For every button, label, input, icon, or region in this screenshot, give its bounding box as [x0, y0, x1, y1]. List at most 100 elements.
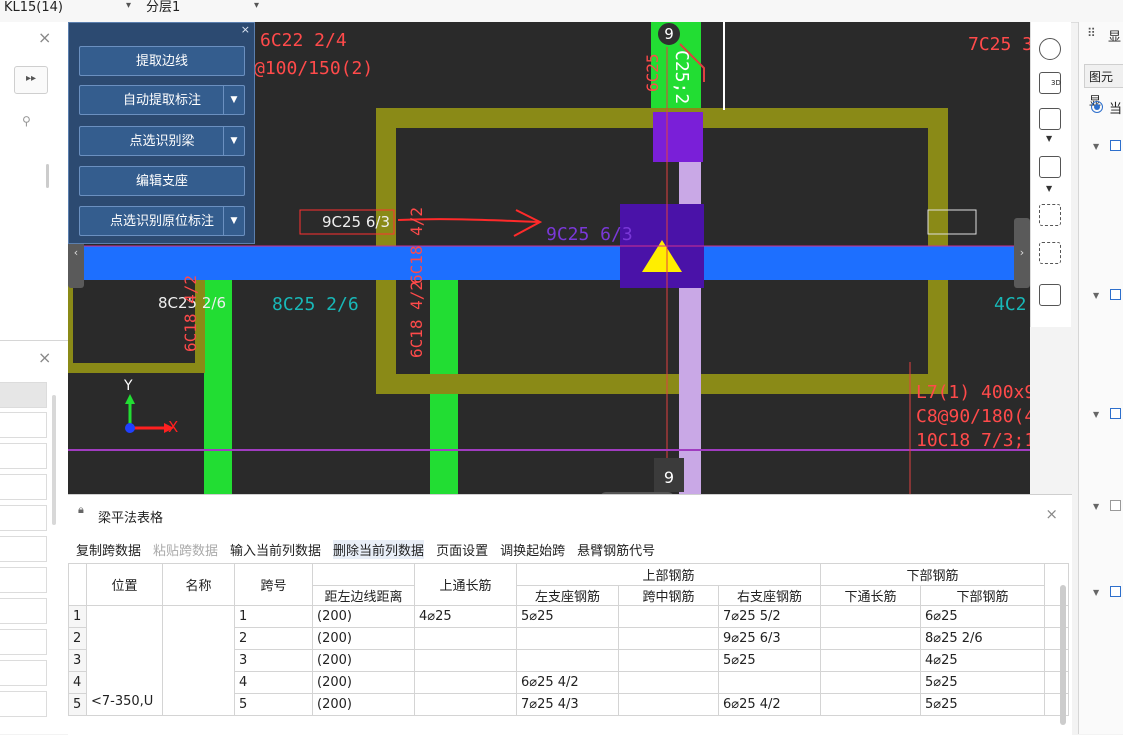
- column-group-header[interactable]: 下部钢筋: [820, 563, 1045, 586]
- beam-spec-label[interactable]: L7(1) 400x900: [916, 382, 1030, 403]
- rebar-label[interactable]: C25;2: [671, 50, 692, 104]
- beam-spec-label[interactable]: 10C18 7/3;11C25: [916, 430, 1030, 451]
- layer-combo[interactable]: 分层1: [146, 0, 180, 20]
- scrollbar[interactable]: [1060, 585, 1066, 725]
- floor-combo[interactable]: KL15(14): [4, 0, 63, 20]
- checkbox[interactable]: [1110, 408, 1121, 419]
- swap-start-span-button[interactable]: 调换起始跨: [500, 540, 565, 559]
- chevron-down-icon[interactable]: ▼: [1093, 291, 1099, 300]
- y-arrow-head: [125, 394, 135, 404]
- delete-column-data-button[interactable]: 删除当前列数据: [333, 540, 425, 559]
- list-item[interactable]: [0, 474, 47, 500]
- pin-icon[interactable]: 🔒︎: [78, 503, 84, 517]
- chevron-down-icon[interactable]: ▼: [1093, 502, 1099, 511]
- checkbox[interactable]: [1110, 500, 1121, 511]
- tab-element-display[interactable]: 图元显: [1084, 64, 1123, 108]
- scrollbar[interactable]: [52, 395, 56, 525]
- chevron-down-icon[interactable]: ▼: [223, 207, 244, 235]
- cantilever-code-button[interactable]: 悬臂钢筋代号: [577, 540, 655, 559]
- rebar-label[interactable]: @100/150(2): [254, 58, 373, 79]
- chevron-down-icon[interactable]: ▼: [223, 86, 244, 114]
- section-box-icon[interactable]: [1039, 242, 1061, 264]
- display-settings-icon[interactable]: [1039, 284, 1061, 306]
- name-cell[interactable]: [162, 605, 235, 716]
- chevron-right-icon[interactable]: ›: [1014, 218, 1030, 288]
- column-header[interactable]: 下通长筋: [820, 585, 921, 606]
- pick-identify-beam-button[interactable]: 点选识别梁 ▼: [79, 126, 245, 156]
- rebar-label[interactable]: 9C25 6/3: [546, 224, 633, 245]
- column-group-header[interactable]: 上部钢筋: [516, 563, 821, 586]
- column-header[interactable]: 跨中钢筋: [618, 585, 719, 606]
- scrollbar[interactable]: [46, 164, 49, 188]
- divider: [0, 340, 68, 341]
- checkbox[interactable]: [1110, 586, 1121, 597]
- list-item[interactable]: [0, 536, 47, 562]
- rebar-label[interactable]: 8C25 2/6: [272, 294, 359, 315]
- rebar-label[interactable]: 6C18 4/2: [181, 275, 200, 352]
- column-header[interactable]: 名称: [162, 563, 235, 606]
- column-header[interactable]: 距左边线距离: [312, 585, 415, 606]
- checkbox[interactable]: [1110, 140, 1121, 151]
- rebar-label[interactable]: 4C2: [994, 294, 1027, 315]
- list-item[interactable]: [0, 382, 47, 408]
- close-icon[interactable]: ×: [241, 23, 250, 36]
- close-icon[interactable]: ×: [38, 28, 51, 47]
- paste-span-data-button[interactable]: 粘贴跨数据: [153, 540, 218, 559]
- list-item[interactable]: [0, 598, 47, 624]
- chevron-down-icon[interactable]: ▾: [126, 0, 131, 11]
- auto-extract-annotation-button[interactable]: 自动提取标注 ▼: [79, 85, 245, 115]
- chevron-down-icon[interactable]: ▼: [1093, 142, 1099, 151]
- search-icon[interactable]: ⚲: [22, 114, 31, 128]
- left-panel: × ▸▸ ⚲ ×: [0, 22, 69, 734]
- column-header[interactable]: 左支座钢筋: [516, 585, 619, 606]
- position-cell[interactable]: <7-350,U: [86, 605, 163, 716]
- close-icon[interactable]: ×: [1045, 505, 1058, 523]
- chevron-down-icon[interactable]: ▾: [254, 0, 259, 11]
- chevron-down-icon[interactable]: ▼: [1046, 184, 1052, 193]
- view-cube-icon[interactable]: [1039, 108, 1061, 130]
- rebar-label[interactable]: 6C18 4/2: [407, 281, 426, 358]
- list-item[interactable]: [0, 629, 47, 655]
- table-row[interactable]: 1 <7-350,U 1 (200) 4⌀25 5⌀25 7⌀25 5/2 6⌀…: [68, 605, 1069, 716]
- list-item[interactable]: [0, 505, 47, 531]
- input-column-data-button[interactable]: 输入当前列数据: [230, 540, 321, 559]
- corner-cell: [68, 563, 87, 606]
- chevron-down-icon[interactable]: ▼: [1093, 410, 1099, 419]
- close-icon[interactable]: ×: [38, 348, 51, 367]
- beam-spec-label[interactable]: C8@90/180(4): [916, 406, 1030, 427]
- copy-span-data-button[interactable]: 复制跨数据: [76, 540, 141, 559]
- rebar-label[interactable]: 9C25 6/3: [322, 213, 390, 231]
- column-header[interactable]: 位置: [86, 563, 163, 606]
- pick-identify-in-situ-button[interactable]: 点选识别原位标注 ▼: [79, 206, 245, 236]
- list-item[interactable]: [0, 567, 47, 593]
- zoom-extents-icon[interactable]: [1039, 204, 1061, 226]
- rebar-label[interactable]: 6C18 4/2: [407, 207, 426, 284]
- column-header[interactable]: 右支座钢筋: [718, 585, 821, 606]
- axis-x-label: X: [168, 418, 178, 436]
- list-item[interactable]: [0, 660, 47, 686]
- view-3d-icon[interactable]: 3D: [1039, 72, 1061, 94]
- list-item[interactable]: [0, 691, 47, 717]
- chevron-down-icon[interactable]: ▼: [1093, 588, 1099, 597]
- checkbox[interactable]: [1110, 289, 1121, 300]
- panel-title: 显: [1108, 30, 1122, 45]
- rebar-label[interactable]: 6C22 2/4: [260, 30, 347, 51]
- edit-support-button[interactable]: 编辑支座: [79, 166, 245, 196]
- chevron-down-icon[interactable]: ▼: [223, 127, 244, 155]
- column-header[interactable]: 跨号: [234, 563, 313, 606]
- page-setup-button[interactable]: 页面设置: [436, 540, 488, 559]
- rebar-label[interactable]: 6C25: [643, 53, 662, 92]
- recognition-panel: × 提取边线 自动提取标注 ▼ 点选识别梁 ▼ 编辑支座 点选识别原位标注 ▼: [68, 22, 255, 244]
- list-item[interactable]: [0, 443, 47, 469]
- list-item[interactable]: [0, 412, 47, 438]
- orbit-icon[interactable]: [1039, 38, 1061, 60]
- chevron-down-icon[interactable]: ▼: [1046, 134, 1052, 143]
- rebar-label[interactable]: 7C25 3: [968, 34, 1030, 55]
- radio-current[interactable]: [1091, 101, 1103, 113]
- column-header[interactable]: 上通长筋: [414, 563, 517, 606]
- view-box-icon[interactable]: [1039, 156, 1061, 178]
- extract-edge-button[interactable]: 提取边线: [79, 46, 245, 76]
- column-header[interactable]: 下部钢筋: [920, 585, 1045, 606]
- expand-button[interactable]: ▸▸: [14, 66, 48, 94]
- pin-icon[interactable]: ⠿: [1087, 26, 1096, 40]
